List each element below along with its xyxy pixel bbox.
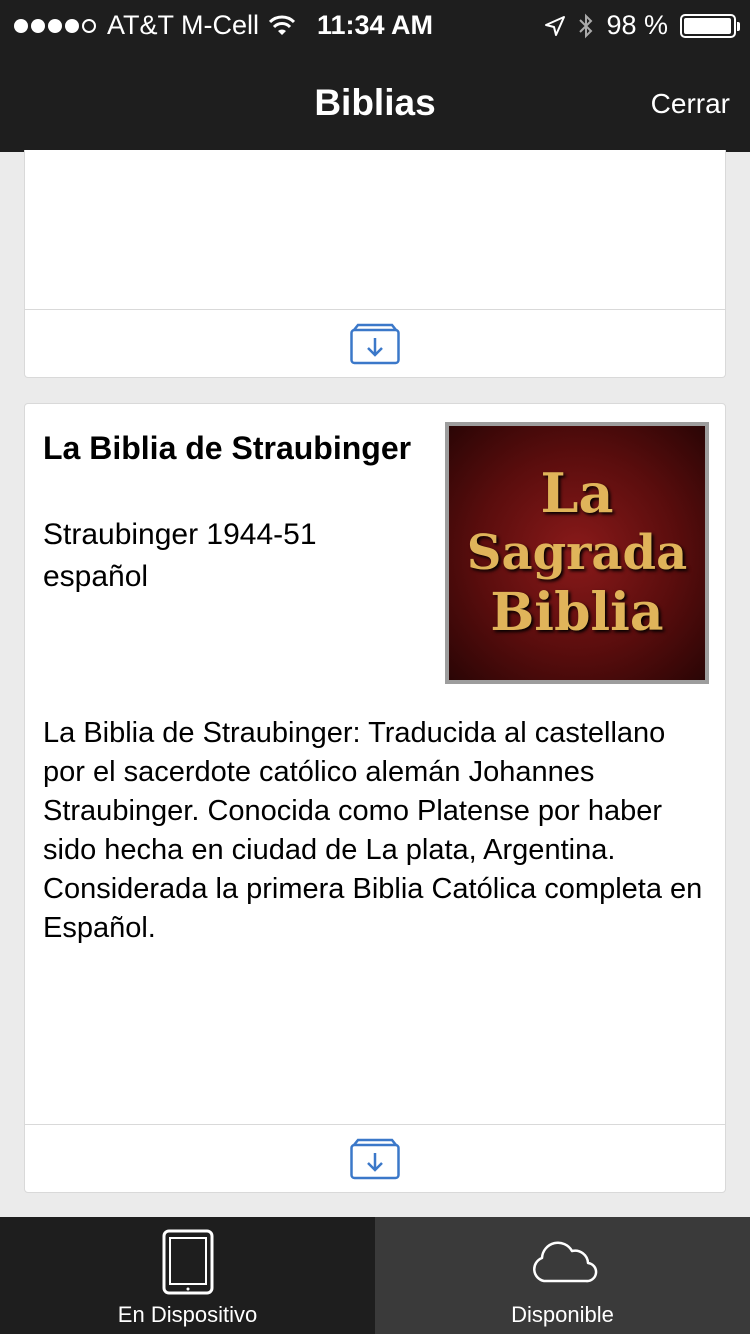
tablet-icon xyxy=(162,1229,213,1295)
bible-edition: Straubinger 1944-51 xyxy=(43,518,317,551)
close-button[interactable]: Cerrar xyxy=(651,88,730,120)
bluetooth-icon xyxy=(579,13,593,38)
battery-icon xyxy=(680,13,740,38)
cover-line: Biblia xyxy=(490,582,664,643)
cloud-icon xyxy=(532,1241,597,1283)
page-title: Biblias xyxy=(314,82,436,123)
card-footer xyxy=(25,309,725,377)
cover-line: Sagrada xyxy=(466,525,688,581)
download-button[interactable] xyxy=(350,1138,400,1180)
status-bar: AT&T M-Cell 11:34 AM 98 % xyxy=(0,0,750,52)
bible-language: español xyxy=(43,560,149,593)
tab-label: En Dispositivo xyxy=(117,1302,258,1327)
location-arrow-icon xyxy=(545,15,566,36)
download-button[interactable] xyxy=(350,323,400,365)
bible-title: La Biblia de Straubinger xyxy=(43,430,412,466)
tab-en-dispositivo[interactable]: En Dispositivo xyxy=(0,1217,375,1334)
battery-percent: 98 % xyxy=(606,10,668,40)
bible-description: La Biblia de Straubinger: Traducida al c… xyxy=(43,717,703,944)
cover-line: La xyxy=(540,461,614,525)
download-icon xyxy=(350,1138,400,1179)
download-icon xyxy=(350,323,400,364)
tab-disponible[interactable]: Disponible xyxy=(375,1217,750,1334)
bible-card-previous xyxy=(24,150,726,378)
card-footer xyxy=(25,1124,725,1192)
bible-card-straubinger: La Biblia de Straubinger Straubinger 194… xyxy=(24,403,726,1193)
bible-cover-image: La Sagrada Biblia xyxy=(445,422,709,684)
bible-subtitle: Straubinger 1944-51 español xyxy=(43,514,423,598)
tab-label: Disponible xyxy=(511,1302,614,1327)
tab-bar: En Dispositivo Disponible xyxy=(0,1217,750,1334)
navigation-bar: Biblias Cerrar xyxy=(0,52,750,152)
